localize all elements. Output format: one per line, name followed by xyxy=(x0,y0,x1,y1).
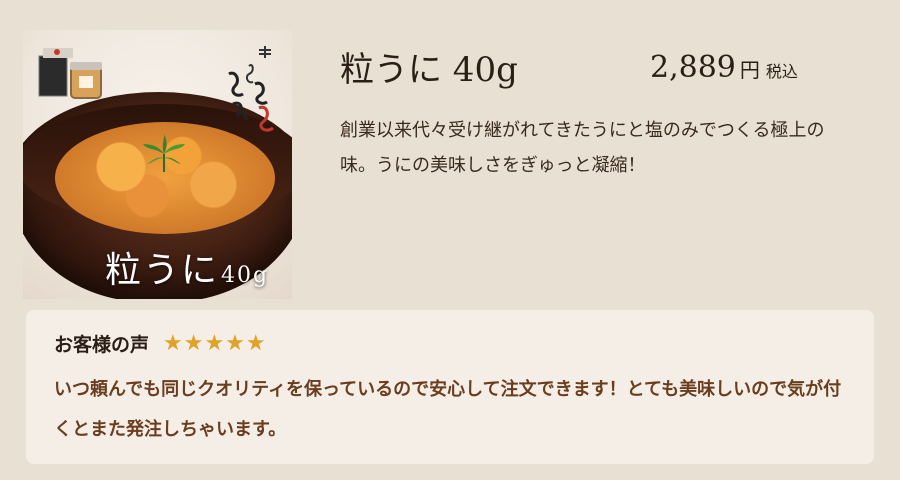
product-title: 粒うに 40g xyxy=(340,50,518,90)
star-rating: ★★★★★ xyxy=(163,331,267,356)
image-caption-weight: 40g xyxy=(221,263,270,288)
product-price: 2,889 円税込 xyxy=(650,50,798,85)
calligraphy-logo-icon xyxy=(228,46,274,132)
product-jar-icon xyxy=(38,48,102,99)
tax-label: 税込 xyxy=(765,62,798,81)
price-value: 2,889 xyxy=(650,50,736,85)
product-image: 粒うに40g xyxy=(23,30,292,299)
herb-garnish-icon xyxy=(143,134,185,172)
review-card: お客様の声 ★★★★★ いつ頼んでも同じクオリティを保っているので安心して注文で… xyxy=(26,310,874,464)
image-caption: 粒うに40g xyxy=(105,241,269,293)
price-unit: 円 xyxy=(739,58,760,82)
image-caption-name: 粒うに xyxy=(105,250,220,291)
product-description: 創業以来代々受け継がれてきたうにと塩のみでつくる極上の味。うにの美味しさをぎゅっ… xyxy=(340,120,825,176)
review-heading: お客様の声 ★★★★★ xyxy=(54,330,267,357)
review-text: いつ頼んでも同じクオリティを保っているので安心して注文できます！とても美味しいの… xyxy=(54,379,842,440)
review-label: お客様の声 xyxy=(54,334,150,356)
